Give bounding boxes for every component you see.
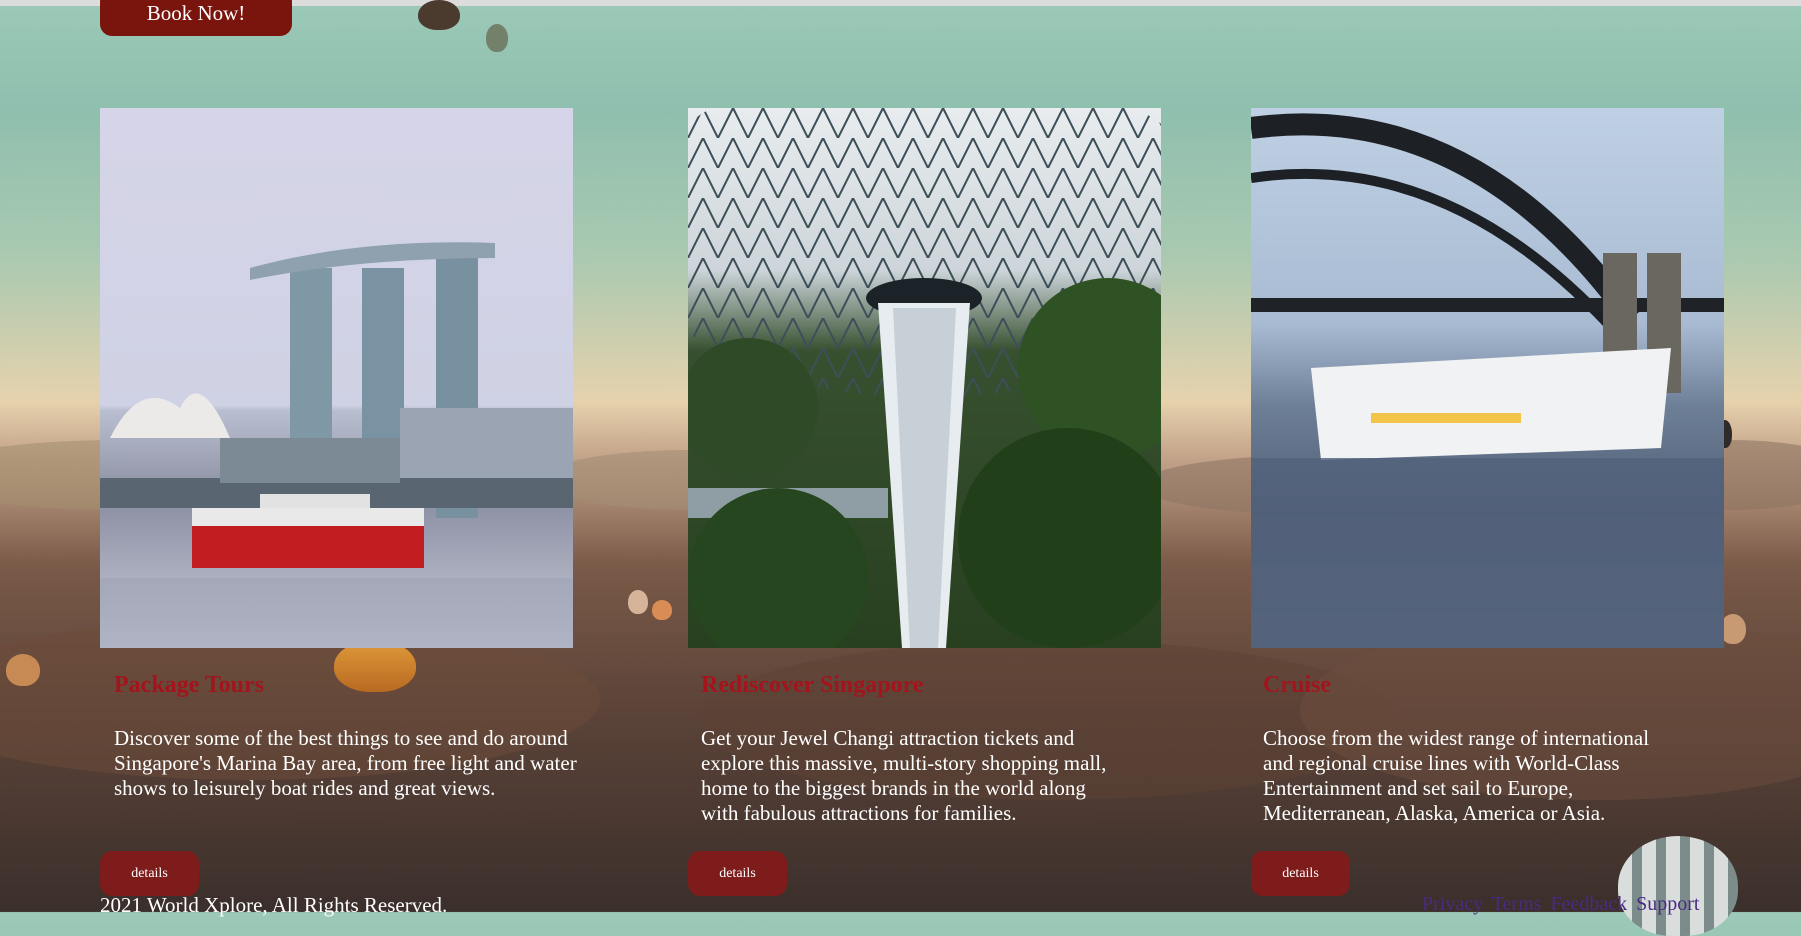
details-button-package-tours[interactable]: details	[100, 851, 199, 896]
card-image-cruise	[1251, 108, 1724, 648]
card-description-rediscover-singapore: Get your Jewel Changi attraction tickets…	[701, 726, 1107, 825]
details-button-cruise[interactable]: details	[1251, 851, 1350, 896]
balloon-icon	[418, 0, 460, 30]
card-description-package-tours: Discover some of the best things to see …	[114, 726, 577, 800]
balloon-icon	[486, 24, 508, 52]
card-title-cruise: Cruise	[1263, 672, 1331, 698]
card-description-cruise: Choose from the widest range of internat…	[1263, 726, 1650, 825]
card-image-package-tours	[100, 108, 573, 648]
balloon-icon	[652, 600, 672, 620]
cruise-illustration	[1251, 113, 1724, 648]
card-image-rediscover-singapore	[688, 108, 1161, 648]
card-title-rediscover-singapore: Rediscover Singapore	[701, 672, 924, 698]
details-button-rediscover-singapore[interactable]: details	[688, 851, 787, 896]
book-now-button[interactable]: Book Now!	[100, 0, 292, 36]
footer-links: Privacy Terms Feedback Support	[1422, 893, 1703, 916]
balloon-icon	[6, 654, 40, 686]
balloon-icon	[628, 590, 648, 614]
jewel-changi-illustration	[688, 108, 1161, 648]
card-title-package-tours: Package Tours	[114, 672, 265, 698]
footer-copyright: 2021 World Xplore, All Rights Reserved.	[100, 893, 448, 917]
balloon-icon	[1618, 836, 1738, 936]
marina-bay-illustration	[100, 242, 573, 648]
